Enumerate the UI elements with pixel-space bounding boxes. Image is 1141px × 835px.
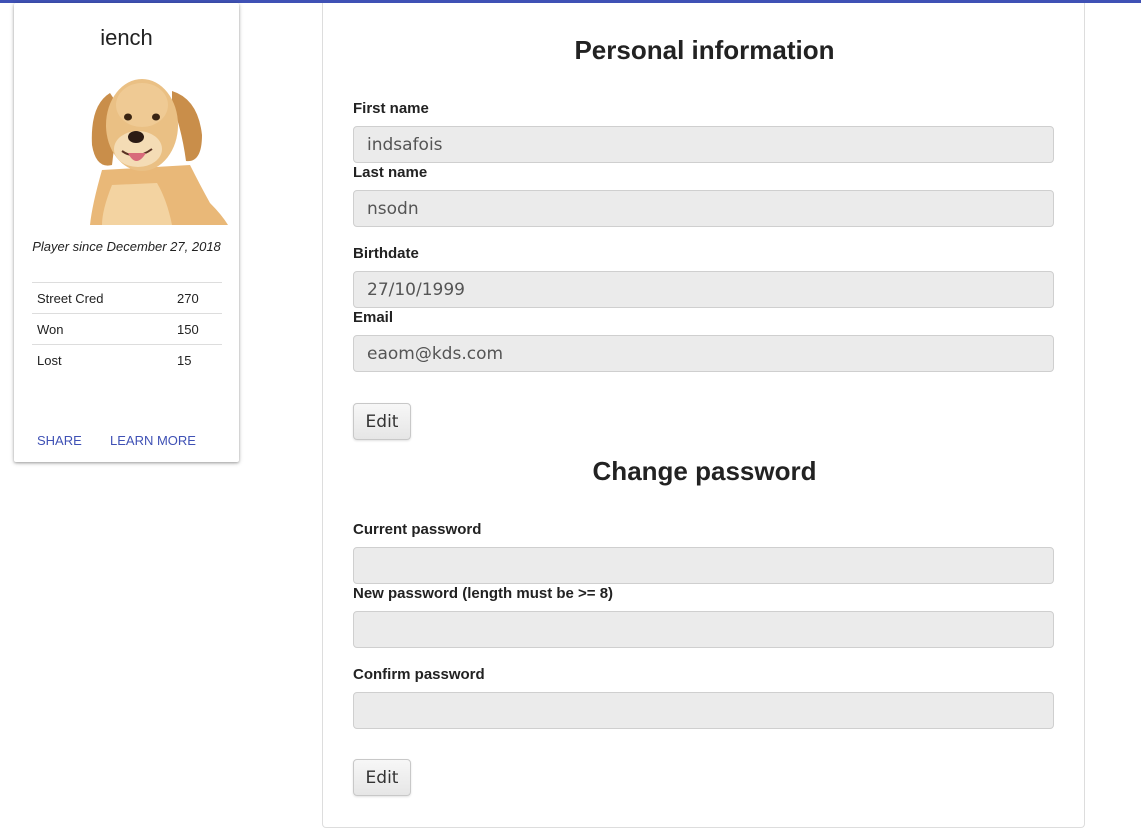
stat-label: Street Cred: [32, 282, 172, 314]
new-password-field[interactable]: [353, 611, 1054, 648]
stat-value: 15: [172, 344, 222, 376]
account-panel: Personal information First name Last nam…: [322, 3, 1085, 828]
first-name-field[interactable]: [353, 126, 1054, 163]
new-password-label: New password (length must be >= 8): [353, 585, 614, 602]
confirm-password-field[interactable]: [353, 692, 1054, 729]
stat-label: Lost: [32, 344, 172, 376]
profile-card: iench Player since December 27, 2018 Str…: [14, 3, 239, 462]
change-password-title: Change password: [592, 456, 817, 486]
last-name-label: Last name: [353, 164, 428, 181]
username: iench: [100, 25, 153, 50]
share-button[interactable]: SHARE: [37, 433, 82, 448]
personal-info-title: Personal information: [574, 35, 835, 65]
learn-more-button[interactable]: LEARN MORE: [110, 433, 196, 448]
email-label: Email: [353, 309, 394, 326]
current-password-label: Current password: [353, 521, 482, 538]
player-since: Player since December 27, 2018: [32, 239, 221, 254]
current-password-field[interactable]: [353, 547, 1054, 584]
birthdate-label: Birthdate: [353, 245, 419, 262]
last-name-field[interactable]: [353, 190, 1054, 227]
stats-table: Street Cred 270 Won 150 Lost 15: [32, 282, 222, 376]
table-row: Won 150: [32, 313, 222, 345]
stat-label: Won: [32, 313, 172, 345]
birthdate-field[interactable]: [353, 271, 1054, 308]
table-row: Lost 15: [32, 344, 222, 376]
email-field[interactable]: [353, 335, 1054, 372]
table-row: Street Cred 270: [32, 282, 222, 314]
edit-personal-button[interactable]: Edit: [353, 403, 411, 440]
stat-value: 150: [172, 313, 222, 345]
first-name-label: First name: [353, 100, 429, 117]
stat-value: 270: [172, 282, 222, 314]
edit-password-button[interactable]: Edit: [353, 759, 411, 796]
confirm-password-label: Confirm password: [353, 666, 485, 683]
avatar: [90, 79, 228, 225]
